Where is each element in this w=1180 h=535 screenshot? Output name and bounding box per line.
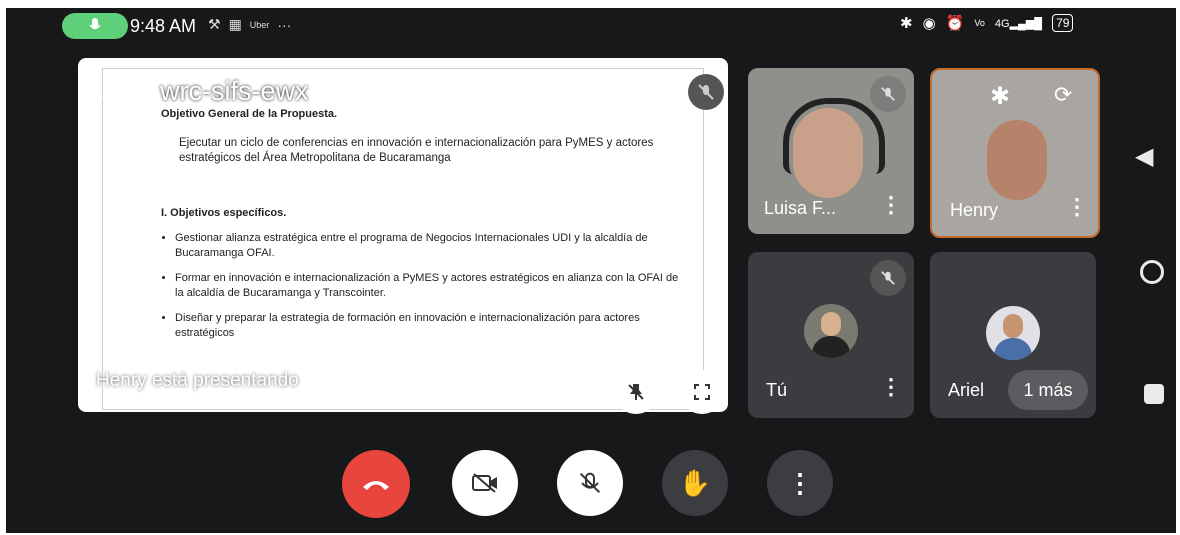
fullscreen-button[interactable]: [680, 370, 724, 414]
presenting-label: Henry está presentando: [96, 370, 299, 391]
avatar: [804, 304, 858, 358]
status-notifications: ⚒ ▦ Uber ···: [208, 16, 291, 33]
more-participants-button[interactable]: 1 más: [1008, 370, 1088, 410]
slide-document: Objetivo General de la Propuesta. Ejecut…: [161, 107, 681, 351]
tile-ariel[interactable]: Ariel 1 más: [930, 252, 1096, 418]
participant-video: [987, 120, 1047, 200]
back-arrow-icon[interactable]: ←: [92, 78, 118, 109]
bluetooth-icon: ✱: [990, 83, 1011, 110]
news-icon: ▦: [228, 16, 242, 32]
slide-general: Ejecutar un ciclo de conferencias en inn…: [179, 137, 654, 164]
camera-toggle-button[interactable]: [452, 450, 518, 516]
muted-icon: [870, 260, 906, 296]
battery-icon: 79: [1052, 14, 1074, 32]
participant-name: Tú: [766, 380, 788, 400]
alarm-icon: ⏰: [945, 15, 965, 32]
more-options-icon[interactable]: ⋮: [880, 374, 902, 400]
participant-name: Luisa F...: [764, 198, 837, 218]
nav-home-icon[interactable]: [1140, 260, 1164, 284]
kebab-icon: ⋮: [787, 467, 813, 498]
mic-toggle-button[interactable]: [557, 450, 623, 516]
end-call-button[interactable]: [342, 450, 410, 518]
tile-you[interactable]: Tú ⋮: [748, 252, 914, 418]
raise-hand-button[interactable]: ✋: [662, 450, 728, 516]
more-options-icon[interactable]: ⋮: [1066, 194, 1088, 220]
slide: Objetivo General de la Propuesta. Ejecut…: [102, 68, 704, 410]
fullscreen-icon: [694, 384, 710, 400]
slide-bullets: Gestionar alianza estratégica entre el p…: [161, 231, 681, 341]
tile-luisa[interactable]: Luisa F... ⋮: [748, 68, 914, 234]
nav-back-icon[interactable]: ◀: [1135, 142, 1153, 171]
vibrate-icon: ◉: [922, 15, 936, 32]
camera-off-icon: [472, 473, 497, 493]
signal-icon: 4G▂▄▆█: [994, 17, 1043, 30]
slide-bullet: Diseñar y preparar la estrategia de form…: [175, 311, 681, 341]
more-notifications-icon: ···: [277, 16, 292, 33]
phone-hangup-icon: [363, 481, 389, 490]
unpin-button[interactable]: [614, 370, 658, 414]
more-options-icon[interactable]: ⋮: [880, 192, 902, 218]
avatar: [986, 306, 1040, 360]
hand-icon: ✋: [678, 467, 712, 498]
mic-off-icon: [579, 472, 601, 494]
bluetooth-icon: ✱: [900, 15, 913, 32]
tools-icon: ⚒: [208, 16, 221, 32]
chevron-right-icon[interactable]: ▶: [352, 84, 363, 101]
volte-icon: Vo: [974, 18, 985, 28]
mic-active-indicator[interactable]: [62, 13, 128, 39]
participant-name: Ariel: [948, 380, 985, 400]
participant-name: Henry: [950, 200, 999, 220]
slide-subheading: I. Objetivos específicos.: [161, 207, 287, 219]
muted-icon: [870, 76, 906, 112]
unpin-icon: [628, 384, 644, 400]
meeting-title[interactable]: wrc-sifs-ewx: [160, 76, 309, 107]
nav-recents-icon[interactable]: [1144, 384, 1164, 404]
slide-bullet: Formar en innovación e internacionalizac…: [175, 271, 681, 301]
uber-icon: Uber: [249, 19, 270, 30]
presenter-muted-icon: [688, 74, 724, 110]
mic-icon: [89, 18, 101, 30]
slide-heading: Objetivo General de la Propuesta.: [161, 108, 338, 120]
slide-bullet: Gestionar alianza estratégica entre el p…: [175, 231, 681, 261]
tile-henry[interactable]: ✱ ⟳ Henry ⋮: [930, 68, 1100, 238]
more-options-button[interactable]: ⋮: [767, 450, 833, 516]
status-time: 9:48 AM: [130, 16, 197, 36]
presentation-stage[interactable]: Objetivo General de la Propuesta. Ejecut…: [78, 58, 728, 412]
status-icons: ✱ ◉ ⏰ Vo 4G▂▄▆█ 79: [900, 14, 1074, 32]
switch-camera-icon[interactable]: ⟳: [1054, 82, 1072, 108]
headphones-icon: [783, 98, 885, 174]
